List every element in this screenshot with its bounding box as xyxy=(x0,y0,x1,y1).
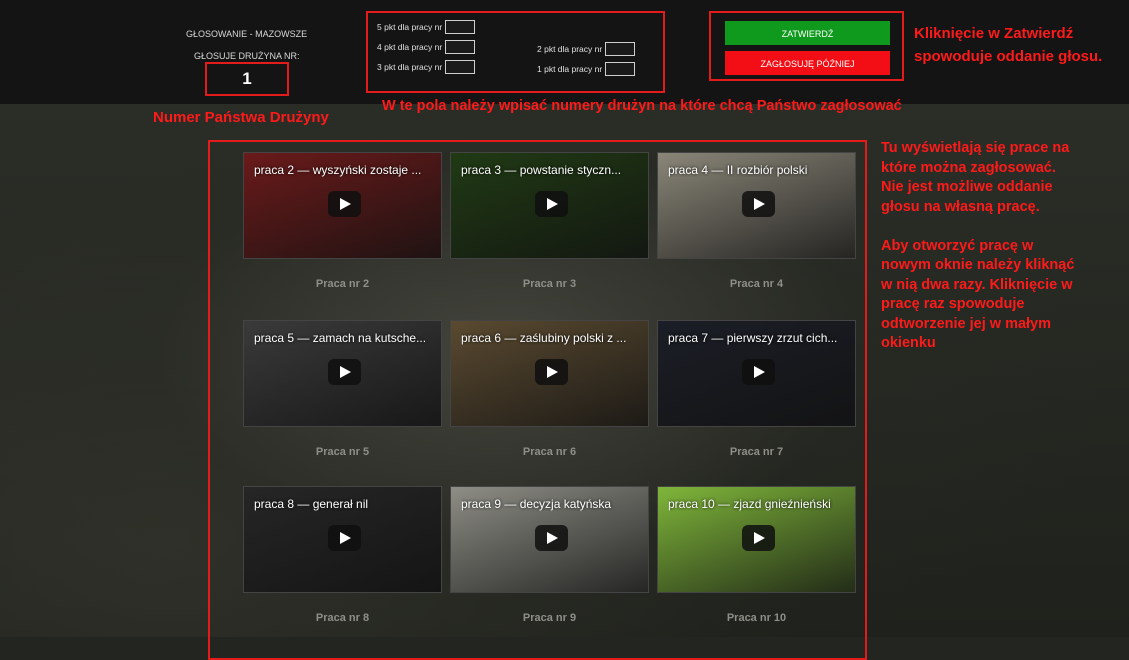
video-title: praca 10 — zjazd gnieźnieński xyxy=(668,497,831,511)
work-caption: Praca nr 3 xyxy=(522,278,577,290)
points-label-2: 2 pkt dla pracy nr xyxy=(537,44,603,54)
side-note-line: które można zagłosować. xyxy=(881,159,1056,176)
video-card[interactable]: praca 8 — generał nil xyxy=(243,486,442,593)
side-note-line: Nie jest możliwe oddanie xyxy=(881,179,1053,195)
video-card[interactable]: praca 3 — powstanie styczn... xyxy=(450,152,649,259)
side-note-line: okienku xyxy=(881,335,936,351)
side-note-line: pracę raz spowoduje xyxy=(881,296,1025,312)
confirm-button[interactable]: ZATWIERDŹ xyxy=(725,21,890,45)
play-icon[interactable] xyxy=(328,525,361,551)
points-row-3: 3 pkt dla pracy nr xyxy=(377,60,476,74)
points-label-1: 1 pkt dla pracy nr xyxy=(537,64,603,74)
points-row-4: 4 pkt dla pracy nr xyxy=(377,40,476,54)
team-note: Numer Państwa Drużyny xyxy=(153,109,329,126)
points-label-4: 4 pkt dla pracy nr xyxy=(377,42,443,52)
play-icon[interactable] xyxy=(535,191,568,217)
work-caption: Praca nr 9 xyxy=(522,612,577,624)
team-label: GŁOSUJE DRUŻYNA NR: xyxy=(194,51,300,61)
play-icon[interactable] xyxy=(742,191,775,217)
points-input-4[interactable] xyxy=(445,40,476,54)
side-note-line: nowym oknie należy kliknąć xyxy=(881,257,1075,273)
work-caption: Praca nr 6 xyxy=(522,446,577,458)
play-icon[interactable] xyxy=(535,359,568,385)
play-icon[interactable] xyxy=(535,525,568,551)
video-card[interactable]: praca 7 — pierwszy zrzut cich... xyxy=(657,320,856,427)
points-input-5[interactable] xyxy=(445,20,476,34)
points-label-5: 5 pkt dla pracy nr xyxy=(377,22,443,32)
work-caption: Praca nr 7 xyxy=(729,446,784,458)
side-note-line: w nią dwa razy. Kliknięcie w xyxy=(881,276,1073,293)
video-title: praca 4 — II rozbiór polski xyxy=(668,163,808,177)
vote-later-button[interactable]: ZAGŁOSUJĘ PÓŹNIEJ xyxy=(725,51,890,75)
video-title: praca 5 — zamach na kutsche... xyxy=(254,331,427,345)
side-note-line: Tu wyświetlają się prace na xyxy=(881,140,1070,156)
points-input-1[interactable] xyxy=(605,62,636,76)
confirm-note: Kliknięcie w Zatwierdź spowoduje oddanie… xyxy=(914,22,1102,68)
work-caption: Praca nr 4 xyxy=(729,278,784,290)
side-note-line: głosu na własną pracę. xyxy=(881,198,1040,215)
points-input-3[interactable] xyxy=(445,60,476,74)
confirm-note-line-1: Kliknięcie w Zatwierdź xyxy=(914,25,1074,42)
video-card[interactable]: praca 10 — zjazd gnieźnieński xyxy=(657,486,856,593)
video-title: praca 6 — zaślubiny polski z ... xyxy=(461,331,627,345)
video-card[interactable]: praca 6 — zaślubiny polski z ... xyxy=(450,320,649,427)
video-title: praca 9 — decyzja katyńska xyxy=(461,497,612,511)
play-icon[interactable] xyxy=(742,359,775,385)
work-caption: Praca nr 5 xyxy=(315,446,370,458)
points-row-2: 2 pkt dla pracy nr xyxy=(537,42,636,56)
play-icon[interactable] xyxy=(328,359,361,385)
video-title: praca 3 — powstanie styczn... xyxy=(461,163,622,177)
points-input-2[interactable] xyxy=(605,42,636,56)
points-label-3: 3 pkt dla pracy nr xyxy=(377,62,443,72)
play-icon[interactable] xyxy=(742,525,775,551)
voting-title: GŁOSOWANIE - MAZOWSZE xyxy=(186,29,308,39)
video-card[interactable]: praca 5 — zamach na kutsche... xyxy=(243,320,442,427)
video-title: praca 7 — pierwszy zrzut cich... xyxy=(668,331,838,345)
side-note-line: Aby otworzyć pracę w xyxy=(881,237,1034,254)
side-note: Tu wyświetlają się prace na które można … xyxy=(881,139,1074,354)
team-number: 1 xyxy=(205,62,289,96)
video-card[interactable]: praca 2 — wyszyński zostaje ... xyxy=(243,152,442,259)
video-card[interactable]: praca 4 — II rozbiór polski xyxy=(657,152,856,259)
video-title: praca 2 — wyszyński zostaje ... xyxy=(254,163,422,177)
video-card[interactable]: praca 9 — decyzja katyńska xyxy=(450,486,649,593)
work-caption: Praca nr 8 xyxy=(315,612,370,624)
side-note-line: odtworzenie jej w małym xyxy=(881,315,1052,332)
play-icon[interactable] xyxy=(328,191,361,217)
work-caption: Praca nr 2 xyxy=(315,278,370,290)
confirm-note-line-2: spowoduje oddanie głosu. xyxy=(914,48,1103,65)
fields-note: W te pola należy wpisać numery drużyn na… xyxy=(382,98,902,114)
side-note-line xyxy=(881,217,1074,237)
points-row-5: 5 pkt dla pracy nr xyxy=(377,20,476,34)
video-title: praca 8 — generał nil xyxy=(254,497,369,511)
points-row-1: 1 pkt dla pracy nr xyxy=(537,62,636,76)
work-caption: Praca nr 10 xyxy=(726,612,787,624)
